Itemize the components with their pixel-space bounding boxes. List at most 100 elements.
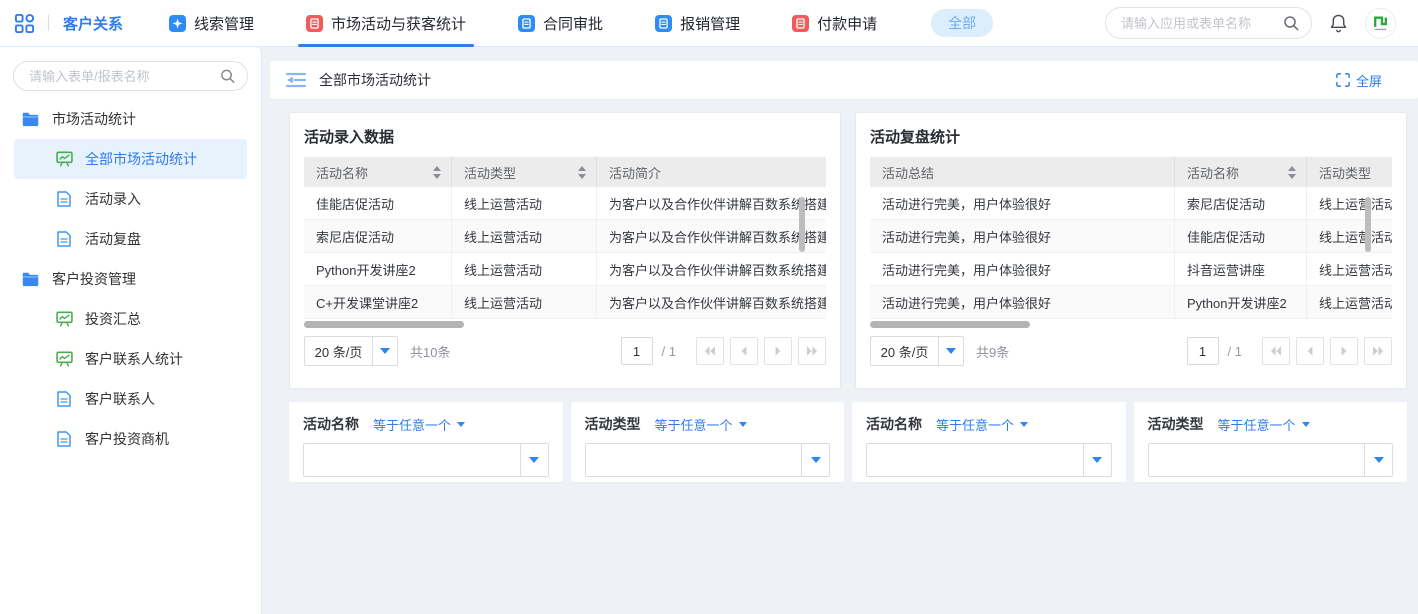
table-row[interactable]: 活动进行完美，用户体验很好抖音运营讲座线上运营活动 bbox=[870, 253, 1392, 286]
global-search-input[interactable] bbox=[1106, 8, 1311, 38]
table-row[interactable]: 活动进行完美，用户体验很好索尼店促活动线上运营活动 bbox=[870, 187, 1392, 220]
app-tab-1[interactable]: 线索管理 bbox=[169, 0, 254, 47]
table-cell: 线上运营活动 bbox=[1307, 187, 1392, 219]
user-avatar[interactable] bbox=[1365, 8, 1396, 39]
app-doc-icon bbox=[655, 15, 672, 32]
caret-down-icon bbox=[1302, 422, 1310, 427]
horizontal-scrollbar[interactable] bbox=[870, 321, 1030, 328]
global-search bbox=[1105, 7, 1312, 39]
column-header[interactable]: 活动总结 bbox=[870, 157, 1175, 187]
page-size-select[interactable]: 20 条/页 bbox=[304, 336, 398, 366]
page-count: / 1 bbox=[1228, 344, 1242, 359]
table-cell: 为客户以及合作伙伴讲解百数系统搭建 bbox=[597, 220, 826, 252]
next-page-icon[interactable] bbox=[764, 337, 792, 365]
first-page-icon[interactable] bbox=[1262, 337, 1290, 365]
table-row[interactable]: 佳能店促活动线上运营活动为客户以及合作伙伴讲解百数系统搭建 bbox=[304, 187, 826, 220]
table-row[interactable]: C+开发课堂讲座2线上运营活动为客户以及合作伙伴讲解百数系统搭建 bbox=[304, 286, 826, 319]
sidebar-item-label: 活动录入 bbox=[85, 189, 141, 209]
horizontal-scrollbar-track bbox=[870, 319, 1392, 330]
form-doc-icon bbox=[55, 191, 73, 207]
collapse-sidebar-icon[interactable] bbox=[286, 72, 306, 88]
table-row[interactable]: 活动进行完美，用户体验很好Python开发讲座2线上运营活动 bbox=[870, 286, 1392, 319]
column-header[interactable]: 活动类型 bbox=[1307, 157, 1392, 187]
sidebar-item[interactable]: 客户联系人统计 bbox=[14, 339, 247, 379]
dropdown-caret-icon bbox=[520, 444, 548, 476]
sidebar-search-input[interactable] bbox=[14, 62, 247, 90]
vertical-scrollbar[interactable] bbox=[1365, 197, 1371, 252]
table-cell: 线上运营活动 bbox=[1307, 220, 1392, 252]
table-card-1: 活动录入数据活动名称活动类型活动简介佳能店促活动线上运营活动为客户以及合作伙伴讲… bbox=[289, 112, 841, 389]
app-tab-2[interactable]: 市场活动与获客统计 bbox=[306, 0, 466, 47]
table-row[interactable]: Python开发讲座2线上运营活动为客户以及合作伙伴讲解百数系统搭建 bbox=[304, 253, 826, 286]
sidebar-tree: 市场活动统计全部市场活动统计活动录入活动复盘客户投资管理投资汇总客户联系人统计客… bbox=[0, 99, 261, 459]
sort-icon[interactable] bbox=[1288, 166, 1296, 179]
filter-operator-dropdown[interactable]: 等于任意一个 bbox=[1218, 415, 1310, 434]
sidebar-item[interactable]: 客户联系人 bbox=[14, 379, 247, 419]
data-table: 活动总结活动名称活动类型活动进行完美，用户体验很好索尼店促活动线上运营活动活动进… bbox=[870, 157, 1392, 319]
last-page-icon[interactable] bbox=[1364, 337, 1392, 365]
filter-operator-dropdown[interactable]: 等于任意一个 bbox=[373, 415, 465, 434]
sidebar-item[interactable]: 客户投资管理 bbox=[14, 259, 247, 299]
table-cell: 为客户以及合作伙伴讲解百数系统搭建 bbox=[597, 286, 826, 318]
table-cell: 线上运营活动 bbox=[452, 187, 597, 219]
filter-value-input bbox=[867, 444, 1083, 476]
column-header-label: 活动类型 bbox=[464, 163, 516, 182]
page-size-value: 20 条/页 bbox=[305, 342, 372, 361]
prev-page-icon[interactable] bbox=[730, 337, 758, 365]
column-header[interactable]: 活动简介 bbox=[597, 157, 826, 187]
sidebar-item[interactable]: 客户投资商机 bbox=[14, 419, 247, 459]
last-page-icon[interactable] bbox=[798, 337, 826, 365]
column-header[interactable]: 活动名称 bbox=[304, 157, 452, 187]
app-tab-5[interactable]: 付款申请 bbox=[792, 0, 877, 47]
app-tab-4[interactable]: 报销管理 bbox=[655, 0, 740, 47]
sidebar-item[interactable]: 市场活动统计 bbox=[14, 99, 247, 139]
current-page-input[interactable]: 1 bbox=[621, 337, 653, 365]
filter-value-select[interactable] bbox=[1148, 443, 1394, 477]
all-apps-pill[interactable]: 全部 bbox=[931, 9, 993, 37]
table-cell: 活动进行完美，用户体验很好 bbox=[870, 220, 1175, 252]
vertical-scrollbar[interactable] bbox=[799, 197, 805, 252]
table-cell: 索尼店促活动 bbox=[304, 220, 452, 252]
table-row[interactable]: 索尼店促活动线上运营活动为客户以及合作伙伴讲解百数系统搭建 bbox=[304, 220, 826, 253]
filter-header: 活动类型等于任意一个 bbox=[585, 414, 831, 434]
fullscreen-button[interactable]: 全屏 bbox=[1336, 71, 1382, 90]
sidebar-item[interactable]: 活动复盘 bbox=[14, 219, 247, 259]
filter-card-4: 活动类型等于任意一个 bbox=[1134, 402, 1408, 482]
filter-value-select[interactable] bbox=[303, 443, 549, 477]
sidebar-item[interactable]: 投资汇总 bbox=[14, 299, 247, 339]
filter-operator-dropdown[interactable]: 等于任意一个 bbox=[655, 415, 747, 434]
table-row[interactable]: 活动进行完美，用户体验很好佳能店促活动线上运营活动 bbox=[870, 220, 1392, 253]
first-page-icon[interactable] bbox=[696, 337, 724, 365]
page-size-select[interactable]: 20 条/页 bbox=[870, 336, 964, 366]
workspace-name[interactable]: 客户关系 bbox=[63, 13, 123, 34]
search-icon[interactable] bbox=[1283, 15, 1299, 31]
sidebar-item-label: 客户投资管理 bbox=[52, 269, 136, 289]
horizontal-scrollbar[interactable] bbox=[304, 321, 464, 328]
fullscreen-label: 全屏 bbox=[1356, 71, 1382, 90]
page-count: / 1 bbox=[662, 344, 676, 359]
search-icon[interactable] bbox=[220, 69, 235, 84]
filter-value-select[interactable] bbox=[585, 443, 831, 477]
bell-icon[interactable] bbox=[1329, 13, 1348, 34]
app-tab-label: 合同审批 bbox=[543, 13, 603, 34]
column-header-label: 活动类型 bbox=[1319, 163, 1371, 182]
dropdown-caret-icon bbox=[1364, 444, 1392, 476]
main-content: 全部市场活动统计 全屏 活动录入数据活动名称活动类型活动简介佳能店促活动线上运营… bbox=[270, 47, 1418, 614]
sort-icon[interactable] bbox=[578, 166, 586, 179]
filter-operator-dropdown[interactable]: 等于任意一个 bbox=[936, 415, 1028, 434]
sidebar-item[interactable]: 活动录入 bbox=[14, 179, 247, 219]
app-star-icon bbox=[169, 15, 186, 32]
table-cell: 线上运营活动 bbox=[1307, 253, 1392, 285]
form-doc-icon bbox=[55, 431, 73, 447]
column-header[interactable]: 活动类型 bbox=[452, 157, 597, 187]
column-header[interactable]: 活动名称 bbox=[1175, 157, 1307, 187]
current-page-input[interactable]: 1 bbox=[1187, 337, 1219, 365]
next-page-icon[interactable] bbox=[1330, 337, 1358, 365]
app-tab-3[interactable]: 合同审批 bbox=[518, 0, 603, 47]
prev-page-icon[interactable] bbox=[1296, 337, 1324, 365]
page-size-value: 20 条/页 bbox=[871, 342, 938, 361]
apps-grid-icon[interactable] bbox=[14, 13, 35, 34]
sidebar-item[interactable]: 全部市场活动统计 bbox=[14, 139, 247, 179]
filter-value-select[interactable] bbox=[866, 443, 1112, 477]
sort-icon[interactable] bbox=[433, 166, 441, 179]
